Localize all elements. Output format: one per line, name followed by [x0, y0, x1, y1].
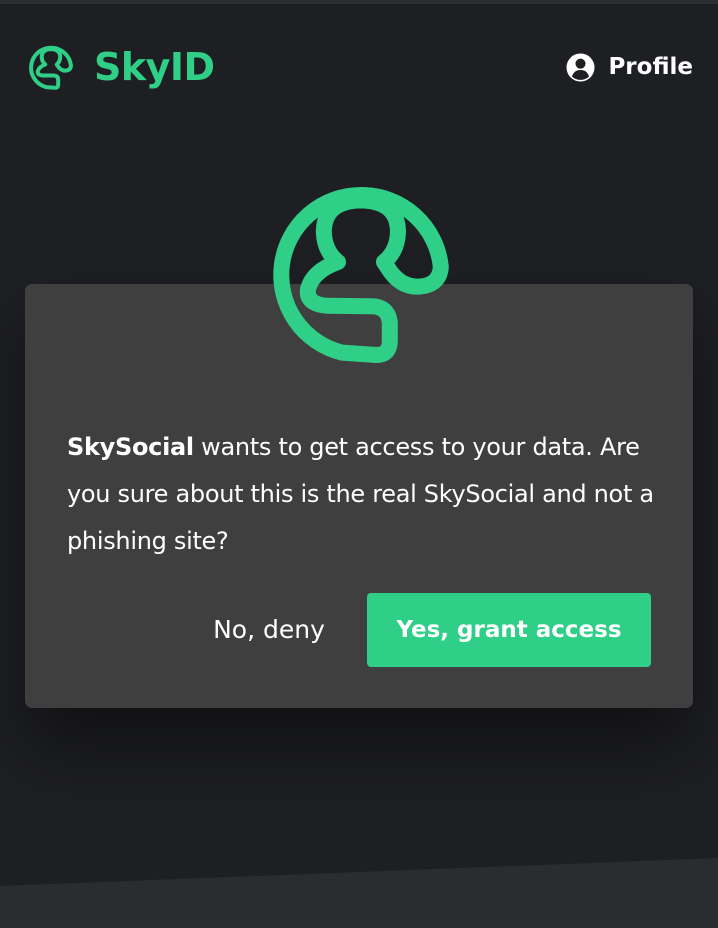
dialog-message: SkySocial wants to get access to your da…	[67, 424, 667, 565]
skyid-logo-icon	[273, 186, 449, 363]
app-header: SkyID Profile	[0, 4, 718, 124]
brand[interactable]: SkyID	[26, 42, 215, 92]
requesting-app-name: SkySocial	[67, 433, 194, 461]
brand-name: SkyID	[94, 45, 215, 89]
skyid-logo-icon	[29, 45, 73, 90]
user-circle-icon	[566, 53, 595, 82]
access-request-dialog-wrapper: SkySocial wants to get access to your da…	[25, 186, 693, 708]
deny-button[interactable]: No, deny	[203, 593, 335, 665]
profile-label: Profile	[608, 54, 693, 80]
grant-access-button[interactable]: Yes, grant access	[367, 593, 651, 667]
profile-link[interactable]: Profile	[566, 53, 693, 82]
